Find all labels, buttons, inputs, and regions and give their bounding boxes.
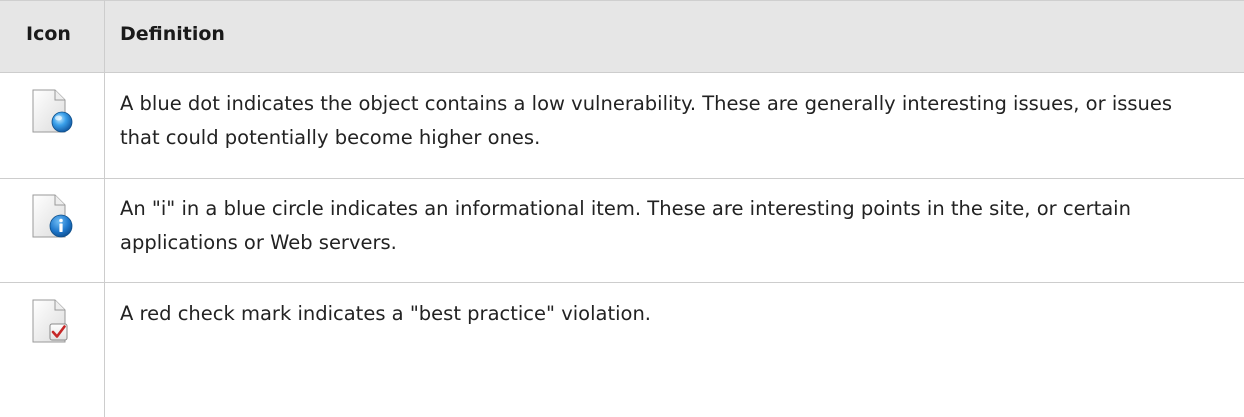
row-definition: A blue dot indicates the object contains… — [120, 92, 1173, 149]
icon-column-header: Icon — [26, 23, 71, 45]
document-red-check-icon — [26, 297, 74, 345]
document-blue-dot-icon — [26, 87, 74, 135]
table-row: A red check mark indicates a "best pract… — [0, 283, 1244, 417]
document-info-icon — [26, 192, 74, 240]
icon-definition-table: Icon Definition A blue dot indicates the… — [0, 0, 1244, 417]
definition-column-header: Definition — [120, 23, 225, 45]
row-definition: A red check mark indicates a "best pract… — [120, 302, 652, 325]
table-header: Icon Definition — [0, 0, 1244, 72]
row-definition: An "i" in a blue circle indicates an inf… — [120, 197, 1131, 254]
table-row: A blue dot indicates the object contains… — [0, 73, 1244, 178]
table-row: An "i" in a blue circle indicates an inf… — [0, 179, 1244, 282]
